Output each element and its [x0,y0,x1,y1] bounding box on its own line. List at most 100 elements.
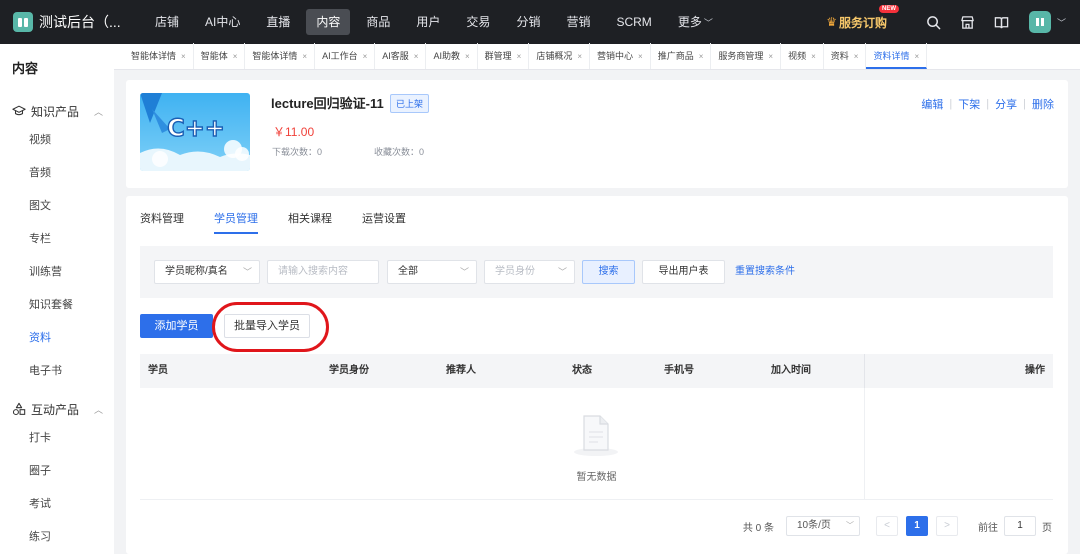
close-icon[interactable]: × [233,52,238,61]
column-header-phone: 手机号 [664,365,694,376]
tab-related-courses[interactable]: 相关课程 [288,210,332,234]
sidebar-item-knowledge-bundle[interactable]: 知识套餐 [0,289,114,322]
search-field-value: 学员昵称/真名 [165,266,228,277]
chevron-down-icon: ﹀ [459,267,469,277]
nav-item-store[interactable]: 店铺 [145,9,189,35]
page-tab[interactable]: 推广商品 × [651,43,712,69]
nav-item-marketing[interactable]: 营销 [556,9,600,35]
close-icon[interactable]: × [811,52,816,61]
store-icon[interactable] [959,13,977,31]
reset-filters-link[interactable]: 重置搜索条件 [735,260,795,284]
export-users-button[interactable]: 导出用户表 [642,260,725,284]
nav-item-distribution[interactable]: 分销 [506,9,550,35]
download-count-label: 下载次数： [272,147,318,157]
edit-link[interactable]: 编辑 [921,96,943,112]
pagination: 共 0 条 10条/页 ﹀ < 1 > 前往 1 页 [743,516,1052,536]
nav-item-transactions[interactable]: 交易 [456,9,500,35]
sidebar-item-materials[interactable]: 资料 [0,322,114,355]
chevron-down-icon[interactable]: ﹀ [1057,16,1066,29]
goto-page-input[interactable]: 1 [1004,516,1036,536]
page-tab-label: AI客服 [382,51,409,61]
current-page-button[interactable]: 1 [906,516,928,536]
tab-operation-settings[interactable]: 运营设置 [362,210,406,234]
sidebar-item-exam[interactable]: 考试 [0,488,114,521]
sidebar-group-knowledge-products[interactable]: 知识产品 ︿ [0,98,114,124]
nav-item-content[interactable]: 内容 [306,9,351,35]
sidebar-item-column[interactable]: 专栏 [0,223,114,256]
app-logo[interactable]: 测试后台（... [13,12,128,32]
page-tab[interactable]: 智能体 × [194,43,246,69]
search-filter-bar: 学员昵称/真名 ﹀ 请输入搜索内容 全部 ﹀ 学员身份 ﹀ 搜索 导出用户表 重置搜索… [140,246,1053,298]
sidebar-item-practice[interactable]: 练习 [0,521,114,554]
page-tab[interactable]: 资料 × [824,43,867,69]
sidebar-item-article[interactable]: 图文 [0,190,114,223]
sidebar-item-circle[interactable]: 圈子 [0,455,114,488]
table-body: 暂无数据 [140,388,1053,500]
page-tab-label: 智能体详情 [131,51,177,61]
close-icon[interactable]: × [414,52,419,61]
close-icon[interactable]: × [638,52,643,61]
share-link[interactable]: 分享 [995,96,1017,112]
download-count: 下载次数：0 [272,145,322,158]
sidebar-item-audio[interactable]: 音频 [0,157,114,190]
close-icon[interactable]: × [854,52,859,61]
search-icon[interactable] [925,13,943,31]
page-size-select[interactable]: 10条/页 ﹀ [786,516,860,536]
page-tab[interactable]: 视频 × [781,43,824,69]
page-tab-label: 智能体 [200,51,228,61]
page-tab[interactable]: 智能体详情 × [124,43,194,69]
favorite-count-label: 收藏次数： [374,147,420,157]
page-tab[interactable]: AI客服 × [375,43,427,69]
sidebar-item-video[interactable]: 视频 [0,124,114,157]
sidebar-item-ebook[interactable]: 电子书 [0,355,114,388]
take-down-link[interactable]: 下架 [958,96,980,112]
nav-item-live[interactable]: 直播 [256,9,300,35]
close-icon[interactable]: × [914,52,919,61]
product-card: C++ lecture回归验证-11 已上架 ￥11.00 下载次数：0 收藏次… [126,80,1068,188]
close-icon[interactable]: × [181,52,186,61]
page-tab-active[interactable]: 资料详情 × [866,43,928,69]
nav-item-ai-center[interactable]: AI中心 [195,9,250,35]
close-icon[interactable]: × [768,52,773,61]
close-icon[interactable]: × [465,52,470,61]
sidebar-group-label: 知识产品 [31,104,80,119]
nav-item-scrm[interactable]: SCRM [606,9,661,35]
search-field-select[interactable]: 学员昵称/真名 ﹀ [154,260,260,284]
close-icon[interactable]: × [699,52,704,61]
tab-student-management[interactable]: 学员管理 [214,210,258,234]
scope-select[interactable]: 全部 ﹀ [387,260,477,284]
search-button[interactable]: 搜索 [582,260,635,284]
page-tab[interactable]: 群管理 × [478,43,530,69]
page-tab-label: AI工作台 [322,51,358,61]
nav-item-users[interactable]: 用户 [406,9,450,35]
service-subscription-button[interactable]: ♛ 服务订购 NEW [826,4,899,31]
next-page-button[interactable]: > [936,516,958,536]
page-tab[interactable]: 服务商管理 × [711,43,782,69]
search-input[interactable]: 请输入搜索内容 [267,260,379,284]
sidebar-item-checkin[interactable]: 打卡 [0,422,114,455]
page-tab[interactable]: AI助教 × [426,43,478,69]
chevron-up-icon: ︿ [94,404,104,415]
delete-link[interactable]: 删除 [1032,96,1054,112]
nav-item-products[interactable]: 商品 [356,9,400,35]
page-tab[interactable]: 营销中心 × [590,43,651,69]
book-icon[interactable] [993,13,1011,31]
page-tab[interactable]: 智能体详情 × [245,43,316,69]
page-tab[interactable]: AI工作台 × [315,43,376,69]
prev-page-button[interactable]: < [876,516,898,536]
page-tab[interactable]: 店铺概况 × [529,43,590,69]
add-student-button[interactable]: 添加学员 [140,314,213,338]
nav-item-more[interactable]: 更多 ﹀ [668,9,723,35]
close-icon[interactable]: × [577,52,582,61]
sidebar-group-interactive-products[interactable]: 互动产品 ︿ [0,396,114,422]
graduation-cap-icon [12,105,26,116]
close-icon[interactable]: × [302,52,307,61]
identity-select[interactable]: 学员身份 ﹀ [484,260,575,284]
action-divider: | [949,98,953,110]
sidebar-item-training-camp[interactable]: 训练营 [0,256,114,289]
avatar[interactable] [1028,11,1051,33]
identity-select-placeholder: 学员身份 [495,266,535,277]
close-icon[interactable]: × [517,52,522,61]
tab-materials-management[interactable]: 资料管理 [140,210,184,234]
close-icon[interactable]: × [363,52,368,61]
